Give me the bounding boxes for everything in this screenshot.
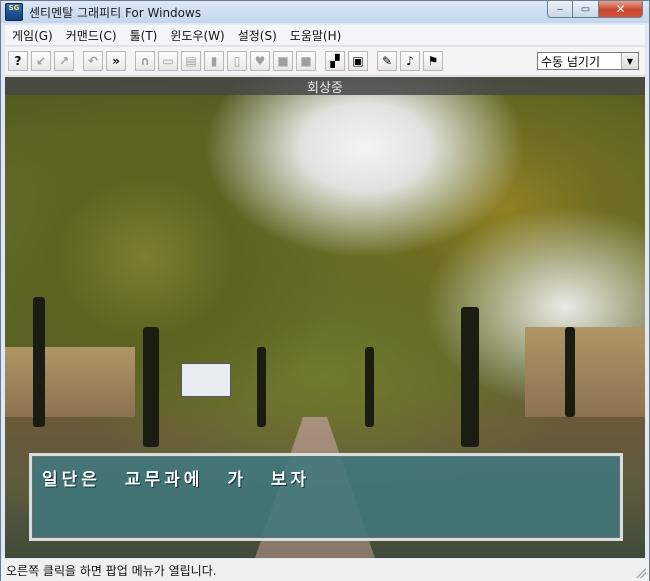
phone-button[interactable]: ▮ [204,51,224,71]
screen-button[interactable]: ▣ [348,51,368,71]
menu-command[interactable]: 커맨드(C) [59,27,123,44]
scene-tree-trunk [143,327,159,447]
fast-forward-button[interactable]: » [106,51,126,71]
close-button[interactable]: ✕ [599,1,643,18]
toolbar: ? ↙ ↗ ↶ » ∩ ▭ ▤ ▮ ▯ ♥ ■ ■ ▞ ▣ ✎ ♪ ⚑ 수동 넘… [5,47,645,76]
minimize-button[interactable]: ‒ [547,1,573,18]
advance-mode-value: 수동 넘기기 [541,54,601,69]
menu-game[interactable]: 게임(G) [5,27,59,44]
log-button[interactable]: ▭ [158,51,178,71]
headphones-icon: ∩ [140,54,150,68]
scene-tree-trunk [33,297,45,427]
phone-icon: ▮ [210,54,218,68]
scene-building-left [5,347,135,417]
recollection-label: 회상중 [307,80,343,96]
help-icon: ? [14,54,22,68]
resize-grip[interactable] [636,568,646,578]
screen-icon: ▣ [352,54,364,68]
window-mode-icon: ▞ [330,54,340,68]
undo-icon: ↶ [87,54,99,68]
memo-icon: ■ [300,54,312,68]
text-speed-button[interactable]: ⚑ [423,51,443,71]
status-text: 오른쪽 클릭을 하면 팝업 메뉴가 열립니다. [6,563,217,578]
menu-tool[interactable]: 툴(T) [123,27,164,44]
photo-icon: ■ [277,54,289,68]
status-bar: 오른쪽 클릭을 하면 팝업 메뉴가 열립니다. [1,559,649,581]
music-note-icon: ♪ [406,54,414,68]
window-title: 센티멘탈 그래피티 For Windows [29,5,202,20]
menu-help[interactable]: 도움말(H) [283,27,348,44]
photo-button[interactable]: ■ [273,51,293,71]
scene-tree-trunk [461,307,479,447]
menu-bar: 게임(G) 커맨드(C) 툴(T) 윈도우(W) 설정(S) 도움말(H) [5,25,645,46]
headphones-button[interactable]: ∩ [135,51,155,71]
fast-forward-icon: » [112,54,120,68]
shrink-icon: ↙ [35,54,47,68]
app-window: SG 센티멘탈 그래피티 For Windows ‒ ▭ ✕ 게임(G) 커맨드… [0,0,650,581]
save-icon: ▤ [185,54,197,68]
scene-tree-trunk [365,347,374,427]
settings-wrench-button[interactable]: ✎ [377,51,397,71]
window-controls: ‒ ▭ ✕ [547,1,643,18]
shrink-button[interactable]: ↙ [31,51,51,71]
log-icon: ▭ [162,54,174,68]
help-button[interactable]: ? [8,51,28,71]
menu-settings[interactable]: 설정(S) [231,27,283,44]
music-button[interactable]: ♪ [400,51,420,71]
card-button[interactable]: ▯ [227,51,247,71]
scene-tree-trunk [257,347,266,427]
menu-window[interactable]: 윈도우(W) [163,27,230,44]
scene-building-right [525,327,645,417]
heart-button[interactable]: ♥ [250,51,270,71]
recollection-banner: 회상중 [5,77,645,96]
maximize-button[interactable]: ▭ [573,1,599,18]
scene-tree-trunk [565,327,575,417]
memo-button[interactable]: ■ [296,51,316,71]
heart-icon: ♥ [254,54,266,68]
title-bar[interactable]: SG 센티멘탈 그래피티 For Windows ‒ ▭ ✕ [1,1,649,23]
scene-signboard [181,363,231,397]
dialog-text: 일단은 교무과에 가 보자 [42,470,311,490]
card-icon: ▯ [233,54,241,68]
window-mode-button[interactable]: ▞ [325,51,345,71]
advance-mode-select[interactable]: 수동 넘기기 ▼ [537,52,639,70]
expand-icon: ↗ [58,54,70,68]
app-logo-icon[interactable]: SG [5,3,23,21]
save-button[interactable]: ▤ [181,51,201,71]
undo-button[interactable]: ↶ [83,51,103,71]
expand-button[interactable]: ↗ [54,51,74,71]
settings-wrench-icon: ✎ [381,54,393,68]
chevron-down-icon[interactable]: ▼ [621,53,638,69]
text-speed-icon: ⚑ [427,54,439,68]
game-scene[interactable]: 회상중 일단은 교무과에 가 보자 [5,77,645,558]
message-window[interactable]: 일단은 교무과에 가 보자 [29,453,623,541]
